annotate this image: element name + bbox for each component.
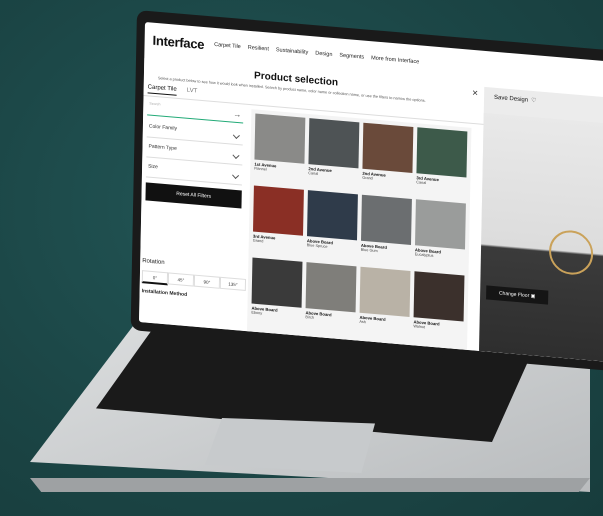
- room-preview-panel: Save Design♡ ⊞ Change Floor ▣: [479, 86, 603, 363]
- product-swatch: [359, 266, 411, 317]
- product-tile[interactable]: Above Board Eucalyptus: [415, 199, 466, 260]
- product-swatch: [362, 122, 414, 173]
- dropdown-label: Size: [148, 163, 158, 171]
- reset-filters-button[interactable]: Reset All Filters: [145, 182, 242, 209]
- dropdown-label: Pattern Type: [148, 143, 177, 152]
- nav-item-segments[interactable]: Segments: [339, 53, 364, 61]
- product-tile[interactable]: 3rd Avenue Grand: [253, 185, 304, 247]
- nav-item-sustainability[interactable]: Sustainability: [276, 47, 309, 56]
- nav-item-carpet-tile[interactable]: Carpet Tile: [214, 42, 241, 50]
- rotation-option-90[interactable]: 90°: [193, 274, 221, 289]
- product-swatch: [361, 194, 412, 245]
- product-tile[interactable]: 2nd Avenue Canal: [308, 118, 360, 179]
- product-swatch: [307, 190, 358, 241]
- nav-item-design[interactable]: Design: [315, 51, 332, 58]
- brand-logo[interactable]: Interface: [153, 32, 205, 51]
- product-swatch: [416, 127, 468, 178]
- rotation-option-135[interactable]: 135°: [219, 276, 247, 292]
- tab-carpet-tile[interactable]: Carpet Tile: [147, 84, 177, 96]
- product-swatch: [251, 257, 303, 308]
- save-design-button[interactable]: Save Design ♡: [494, 94, 537, 105]
- floor-icon: ▣: [530, 293, 536, 300]
- rotation-label: Rotation: [142, 258, 165, 267]
- product-tile[interactable]: 2nd Avenue Grand: [362, 122, 414, 184]
- product-tile[interactable]: Above Board Blue Spruce: [307, 190, 358, 251]
- installation-method-label: Installation Method: [141, 288, 188, 299]
- product-tile[interactable]: Above Board Ash: [359, 266, 411, 328]
- app-screen: Interface Carpet Tile Resilient Sustaina…: [139, 22, 603, 363]
- chevron-down-icon: [232, 131, 240, 139]
- product-swatch: [253, 185, 304, 236]
- product-tile[interactable]: 3rd Avenue Canal: [416, 127, 468, 188]
- laptop-front-edge: [30, 478, 590, 492]
- product-tile[interactable]: Above Board Walnut: [413, 271, 465, 332]
- rotation-option-0[interactable]: 0°: [141, 270, 169, 286]
- nav-item-more[interactable]: More from Interface: [371, 55, 419, 65]
- rotation-option-45[interactable]: 45°: [167, 272, 195, 287]
- room-render: [479, 112, 603, 363]
- close-icon[interactable]: ×: [472, 88, 478, 99]
- product-swatch: [254, 113, 306, 164]
- chevron-down-icon: [232, 171, 240, 179]
- trackpad: [205, 418, 375, 473]
- product-tile[interactable]: 1st Avenue Flannel: [254, 113, 306, 175]
- bicycle-image: [548, 228, 594, 277]
- tab-lvt[interactable]: LVT: [187, 88, 198, 98]
- product-tile[interactable]: Above Board Ebony: [251, 257, 303, 319]
- search-input[interactable]: Search →: [147, 100, 244, 124]
- arrow-right-icon[interactable]: →: [233, 110, 241, 120]
- product-tile[interactable]: Above Board Blue Gum: [361, 194, 412, 256]
- product-swatch: [415, 199, 466, 250]
- nav-item-resilient[interactable]: Resilient: [248, 45, 269, 53]
- chevron-down-icon: [232, 151, 240, 159]
- dropdown-label: Color Family: [148, 123, 178, 132]
- product-selection-panel: Product selection Select a product below…: [139, 58, 485, 351]
- change-floor-label: Change Floor: [498, 290, 530, 300]
- product-swatch: [305, 262, 357, 313]
- product-tile[interactable]: Above Board Birch: [305, 262, 357, 323]
- heart-icon: ♡: [531, 97, 537, 105]
- product-swatch: [308, 118, 360, 169]
- save-design-label: Save Design: [494, 94, 529, 104]
- product-grid: 1st Avenue Flannel 2nd Avenue Canal 2nd …: [247, 109, 472, 350]
- product-swatch: [413, 271, 465, 322]
- search-placeholder: Search: [149, 101, 161, 107]
